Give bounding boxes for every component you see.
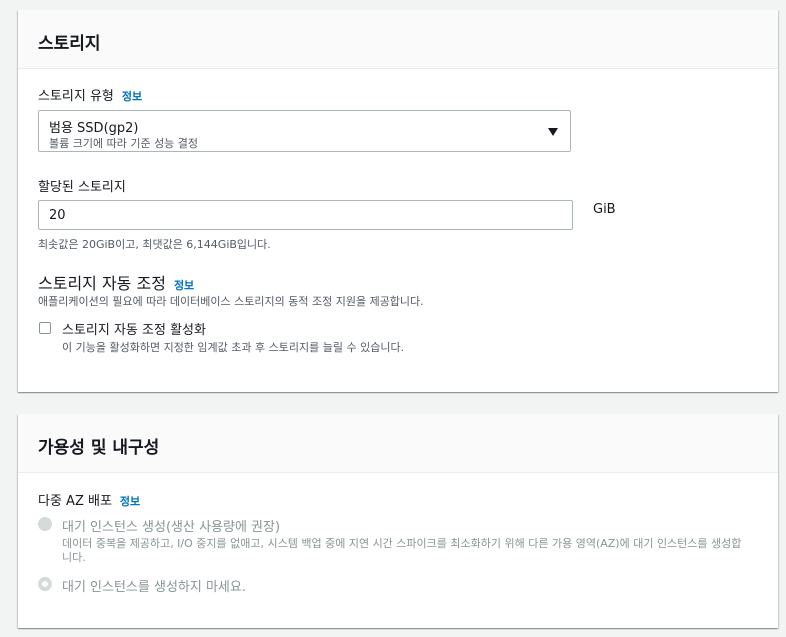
storage-panel-title: 스토리지 — [38, 34, 101, 54]
storage-panel: 스토리지 스토리지 유형 정보 범용 SSD(gp2) 볼륨 크기에 따라 기준 … — [18, 10, 778, 392]
allocated-storage-input[interactable] — [38, 200, 573, 230]
create-standby-description-line2: 니다. — [62, 551, 86, 564]
storage-panel-header: 스토리지 — [18, 10, 778, 69]
no-standby-label[interactable]: 대기 인스턴스를 생성하지 마세요. — [62, 576, 246, 595]
storage-type-select[interactable]: 범용 SSD(gp2) 볼륨 크기에 따라 기준 성능 결정 — [38, 110, 571, 152]
autoscaling-info-link[interactable]: 정보 — [174, 279, 194, 292]
create-standby-description-line1: 데이터 중복을 제공하고, I/O 중지를 없애고, 시스템 백업 중에 지연 … — [62, 537, 742, 550]
storage-type-info-link[interactable]: 정보 — [122, 90, 142, 103]
autoscaling-description: 애플리케이션의 필요에 따라 데이터베이스 스토리지의 동적 조정 지원을 제공… — [38, 295, 424, 308]
create-standby-label[interactable]: 대기 인스턴스 생성(생산 사용량에 권장) — [62, 516, 280, 535]
storage-type-field: 스토리지 유형 정보 — [38, 85, 142, 104]
multi-az-field: 다중 AZ 배포 정보 — [38, 490, 140, 509]
allocated-storage-label: 할당된 스토리지 — [38, 180, 126, 195]
autoscaling-checkbox[interactable] — [39, 322, 51, 334]
autoscaling-heading: 스토리지 자동 조정 — [38, 274, 166, 293]
autoscaling-heading-row: 스토리지 자동 조정 정보 — [38, 270, 194, 294]
availability-panel-title: 가용성 및 내구성 — [38, 438, 160, 458]
no-standby-radio[interactable] — [38, 577, 52, 591]
storage-type-selected-value: 범용 SSD(gp2) — [49, 121, 139, 136]
multi-az-label: 다중 AZ 배포 — [38, 494, 112, 509]
storage-type-selected-description: 볼륨 크기에 따라 기준 성능 결정 — [49, 137, 199, 150]
allocated-storage-hint: 최솟값은 20GiB이고, 최댓값은 6,144GiB입니다. — [38, 238, 271, 251]
availability-panel-header: 가용성 및 내구성 — [18, 414, 778, 473]
storage-type-label: 스토리지 유형 — [38, 89, 114, 104]
allocated-storage-unit: GiB — [593, 202, 616, 217]
create-standby-radio[interactable] — [38, 517, 52, 531]
autoscaling-checkbox-label[interactable]: 스토리지 자동 조정 활성화 — [62, 319, 206, 338]
multi-az-info-link[interactable]: 정보 — [120, 495, 140, 508]
availability-panel: 가용성 및 내구성 다중 AZ 배포 정보 대기 인스턴스 생성(생산 사용량에 … — [18, 414, 778, 628]
autoscaling-checkbox-description: 이 기능을 활성화하면 지정한 임계값 초과 후 스토리지를 늘릴 수 있습니다… — [62, 341, 405, 354]
caret-down-icon — [548, 128, 558, 136]
